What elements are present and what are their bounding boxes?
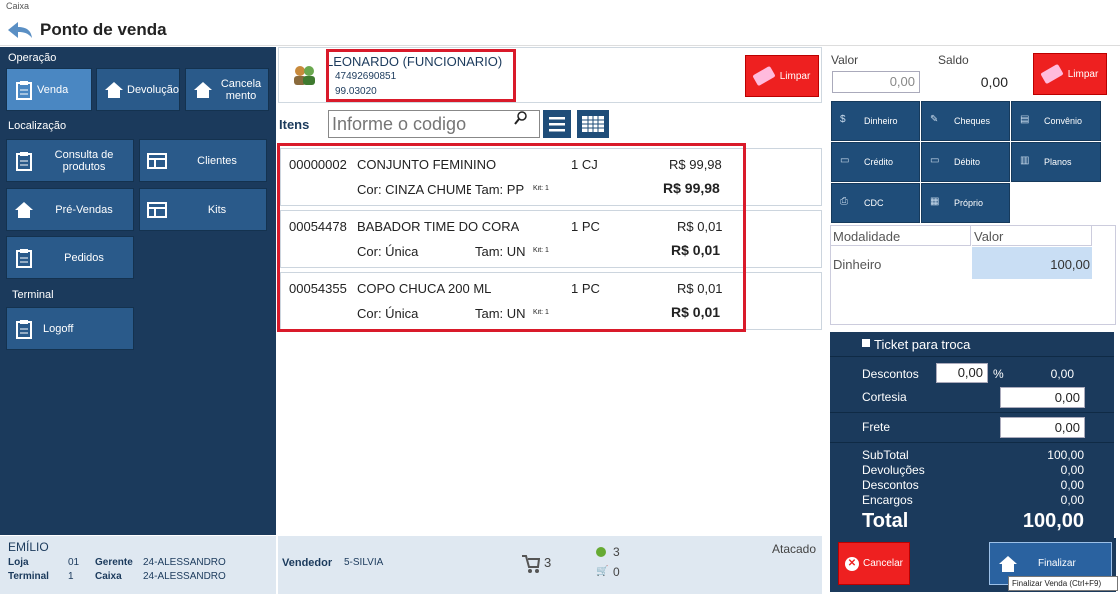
clipboard-icon [13,247,35,269]
layout-icon [146,199,168,221]
descontos-value: 0,00 [1050,367,1074,381]
card-icon: ▭ [930,155,940,166]
frete-input[interactable]: 0,00 [1000,417,1085,438]
page-header: Ponto de venda [0,14,1120,46]
kits-button[interactable]: Kits [139,188,267,231]
clientes-button[interactable]: Clientes [139,139,267,182]
proprio-button[interactable]: ▦ Próprio [921,183,1010,223]
operator-name: EMÍLIO [8,540,49,554]
cash-icon: $ [840,114,846,125]
totals-panel: Ticket para troca Descontos 0,00 % 0,00 … [830,332,1114,538]
close-icon: ✕ [844,556,859,571]
home-icon [13,199,35,221]
clipboard-icon [13,150,35,172]
dinheiro-button[interactable]: $ Dinheiro [831,101,920,141]
highlight-items [277,143,746,332]
eraser-icon [1040,63,1064,85]
card-icon: ▭ [840,155,850,166]
cancelamento-button[interactable]: Cancela mento [185,68,269,111]
ticket-checkbox[interactable] [862,339,870,347]
grid-view-icon[interactable] [577,110,609,138]
consulta-produtos-button[interactable]: Consulta de produtos [6,139,134,182]
valor-input[interactable]: 0,00 [832,71,920,93]
cash-register-icon: ▦ [930,196,940,207]
sidebar: Operação Venda Devolução Cancela mento L… [0,47,276,535]
cart-count: 3 [544,555,552,570]
section-terminal: Terminal [12,289,54,301]
search-icon[interactable] [514,111,528,125]
items-label: Itens [279,117,310,132]
pre-vendas-button[interactable]: Pré-Vendas [6,188,134,231]
clipboard-icon [13,318,35,340]
cart-small-icon: 🛒 [596,566,609,577]
devolucao-button[interactable]: Devolução [96,68,180,111]
credito-button[interactable]: ▭ Crédito [831,142,920,182]
cart-icon [520,552,541,574]
descontos-pct-input[interactable]: 0,00 [936,363,988,383]
cancel-button[interactable]: ✕ Cancelar [838,542,910,585]
clear-customer-button[interactable]: Limpar [745,55,819,97]
users-icon[interactable] [291,64,317,86]
clipboard-icon [13,79,35,101]
operator-info: EMÍLIO Loja 01 Gerente 24-ALESSANDRO Ter… [0,536,276,594]
atacado-label: Atacado [772,542,817,556]
list-view-icon[interactable] [543,110,571,138]
section-operacao: Operação [8,52,57,64]
eraser-icon [752,65,776,87]
document-icon: ▤ [1020,114,1030,125]
total-label: Total [862,510,909,532]
convenio-button[interactable]: ▤ Convênio [1011,101,1101,141]
logoff-button[interactable]: Logoff [6,307,134,350]
cdc-button[interactable]: ⎙ CDC [831,183,920,223]
sale-info-bar: Vendedor 5-SILVIA 3 3 🛒 0 Atacado [278,536,822,594]
layout-icon [146,150,168,172]
check-pen-icon: ✎ [930,114,939,125]
cheques-button[interactable]: ✎ Cheques [921,101,1010,141]
vendedor-value: 5-SILVIA [344,557,384,568]
home-icon [192,79,214,101]
venda-button[interactable]: Venda [6,68,92,111]
check-icon [596,547,606,557]
cortesia-input[interactable]: 0,00 [1000,387,1085,408]
printer-icon: ⎙ [840,196,848,207]
total-value: 100,00 [1022,510,1084,532]
payment-table: Modalidade Valor Dinheiro 100,00 [830,225,1116,325]
saldo-value: 0,00 [980,74,1008,90]
debito-button[interactable]: ▭ Débito [921,142,1010,182]
page-title: Ponto de venda [40,20,167,39]
planos-button[interactable]: ▥ Planos [1011,142,1101,182]
item-search-input[interactable] [328,110,540,138]
finalize-tooltip: Finalizar Venda (Ctrl+F9) [1008,576,1118,591]
payment-row-val[interactable]: 100,00 [972,247,1092,279]
items-toolbar: Itens [278,105,822,145]
home-icon [103,79,125,101]
highlight-customer [326,49,516,102]
window-title: Caixa [0,0,1120,14]
pedidos-button[interactable]: Pedidos [6,236,134,279]
chart-icon: ▥ [1020,155,1030,166]
clear-payment-button[interactable]: Limpar [1033,53,1107,95]
payment-row-mod[interactable]: Dinheiro [831,247,971,279]
home-icon [998,555,1018,573]
back-arrow-icon[interactable] [6,19,34,41]
section-localizacao: Localização [8,120,67,132]
